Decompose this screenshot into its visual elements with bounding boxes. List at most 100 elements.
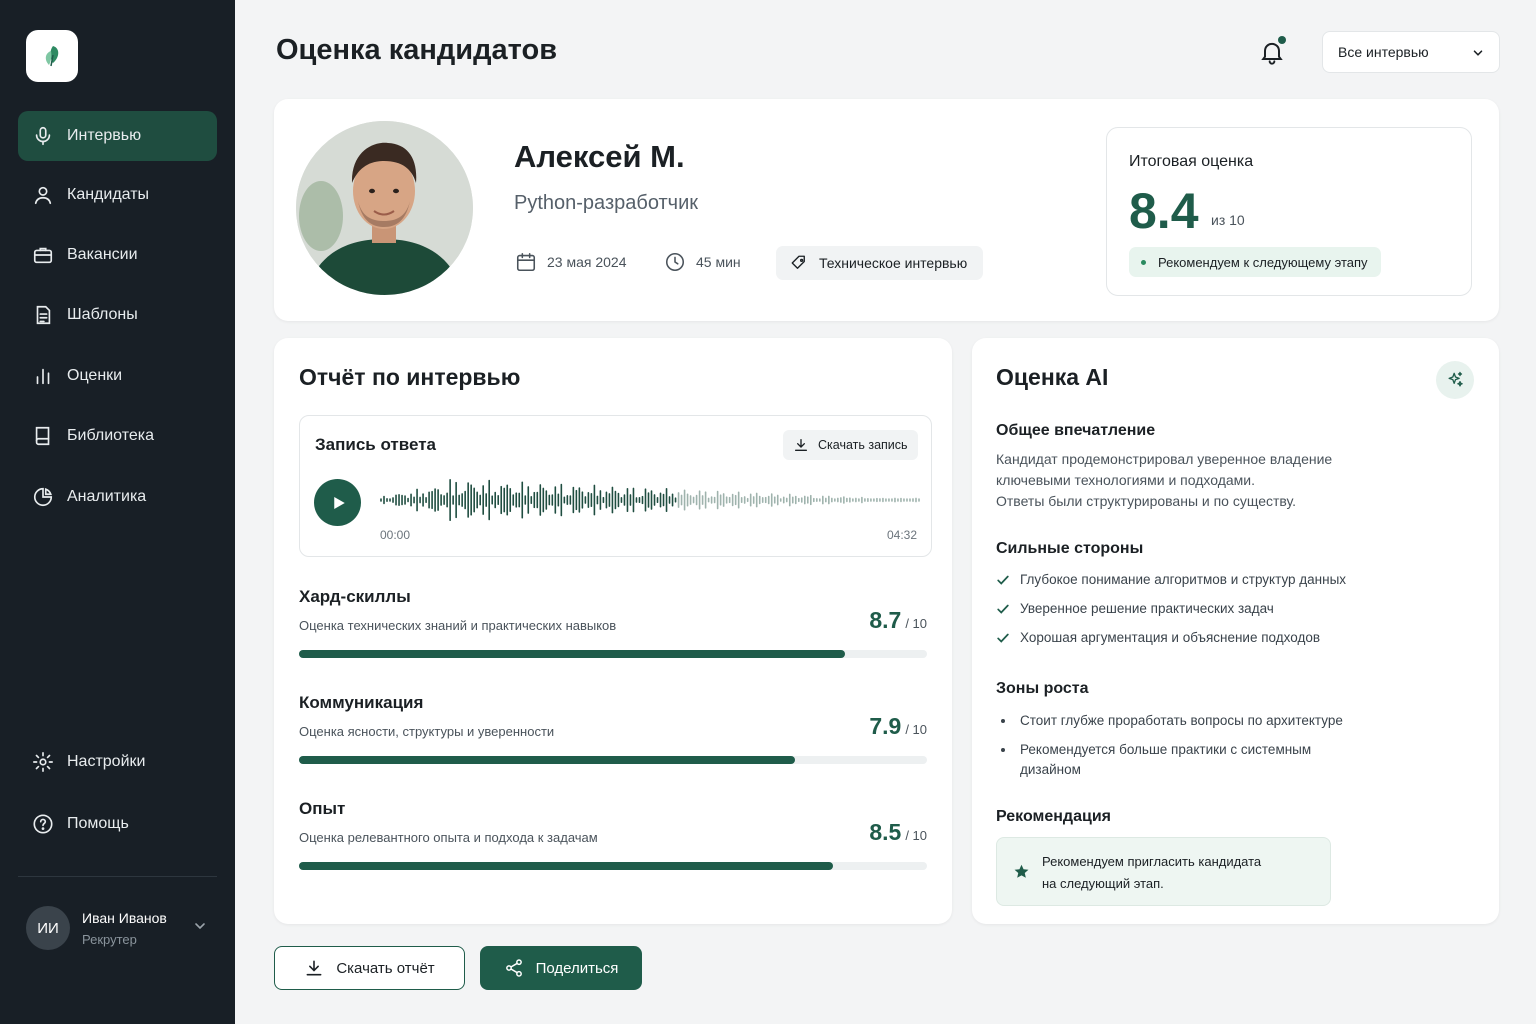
recommendation-text: Рекомендуем пригласить кандидата на след… <box>1042 854 1262 891</box>
gear-icon <box>32 751 54 773</box>
sidebar: Интервью Кандидаты Вакансии Шаблоны Оцен… <box>0 0 235 1024</box>
audio-waveform[interactable] <box>380 476 920 524</box>
ai-assessment-card: Оценка AI Общее впечатление Кандидат про… <box>972 338 1499 924</box>
skill-description: Оценка ясности, структуры и уверенности <box>299 724 555 739</box>
interview-report-card: Отчёт по интервью Запись ответа Скачать … <box>274 338 952 924</box>
skill-progress-bar <box>299 650 927 658</box>
document-icon <box>32 304 54 326</box>
download-icon <box>306 960 322 976</box>
strengths-title: Сильные стороны <box>996 540 1144 557</box>
download-recording-button[interactable]: Скачать запись <box>783 430 918 460</box>
page-title: Оценка кандидатов <box>276 34 558 66</box>
help-icon <box>32 813 54 835</box>
interview-type-tag: Техническое интервью <box>776 246 984 280</box>
sidebar-item-label: Интервью <box>67 127 142 144</box>
filter-value: Все интервью <box>1338 44 1429 60</box>
microphone-icon <box>32 125 54 147</box>
growth-item: Рекомендуется больше практики с системны… <box>996 740 1341 780</box>
candidate-photo <box>296 121 473 295</box>
skill-description: Оценка технических знаний и практических… <box>299 618 617 633</box>
briefcase-icon <box>32 244 54 266</box>
skill-progress-fill <box>299 650 846 658</box>
leaf-icon <box>45 46 59 67</box>
app-logo[interactable] <box>26 30 78 82</box>
user-role: Рекрутер <box>82 931 137 947</box>
sidebar-item-label: Библиотека <box>67 427 154 444</box>
ai-title: Оценка AI <box>996 364 1109 390</box>
sidebar-item-help[interactable]: Помощь <box>18 799 217 849</box>
final-score-value: 8.4 <box>1129 183 1199 239</box>
audio-player: Запись ответа Скачать запись 00:00 04:32 <box>299 415 932 557</box>
strength-item: Глубокое понимание алгоритмов и структур… <box>996 570 1346 590</box>
strength-item: Уверенное решение практических задач <box>996 599 1274 619</box>
play-button[interactable] <box>314 479 361 526</box>
audio-end-time: 04:32 <box>886 528 917 542</box>
sidebar-item-candidates[interactable]: Кандидаты <box>18 170 217 220</box>
download-report-button[interactable]: Скачать отчёт <box>274 946 465 990</box>
impression-text: Кандидат продемонстрировал уверенное вла… <box>996 451 1333 509</box>
skill-score: 8.7/ 10 <box>869 607 927 633</box>
book-icon <box>32 425 54 447</box>
sidebar-item-templates[interactable]: Шаблоны <box>18 290 217 340</box>
impression-title: Общее впечатление <box>996 422 1156 439</box>
download-icon <box>795 439 807 451</box>
skill-progress-bar <box>299 756 927 764</box>
sidebar-item-vacancies[interactable]: Вакансии <box>18 230 217 280</box>
sidebar-item-label: Помощь <box>67 815 129 832</box>
skill-communication: Коммуникация Оценка ясности, структуры и… <box>299 693 927 764</box>
interview-duration: 45 мин <box>664 251 741 273</box>
sidebar-item-analytics[interactable]: Аналитика <box>18 472 217 522</box>
sidebar-item-label: Оценки <box>67 367 123 384</box>
tag-icon <box>791 255 805 269</box>
report-title: Отчёт по интервью <box>299 364 521 390</box>
user-name: Иван Иванов <box>82 909 167 926</box>
skill-description: Оценка релевантного опыта и подхода к за… <box>299 830 598 845</box>
skill-experience: Опыт Оценка релевантного опыта и подхода… <box>299 799 927 870</box>
clock-icon <box>665 252 685 272</box>
skill-name: Хард-скиллы <box>299 587 411 606</box>
pie-chart-icon <box>32 486 54 508</box>
user-menu[interactable]: ИИ Иван Иванов Рекрутер <box>26 904 216 952</box>
sidebar-item-interviews[interactable]: Интервью <box>18 111 217 161</box>
calendar-icon <box>516 252 536 272</box>
candidate-name: Алексей М. <box>514 139 685 174</box>
avatar: ИИ <box>26 906 70 950</box>
bar-chart-icon <box>32 365 54 387</box>
sidebar-divider <box>18 876 217 877</box>
audio-title: Запись ответа <box>315 435 436 454</box>
final-score-label: Итоговая оценка <box>1129 153 1254 170</box>
recommendation-title: Рекомендация <box>996 808 1111 825</box>
sparkle-icon <box>1448 371 1463 387</box>
final-score-box: Итоговая оценка 8.4 из 10 Рекомендуем к … <box>1106 127 1472 296</box>
interview-filter-select[interactable]: Все интервью <box>1322 31 1500 73</box>
chevron-down-icon <box>195 923 205 930</box>
star-icon <box>1014 864 1029 878</box>
growth-title: Зоны роста <box>996 680 1089 697</box>
sidebar-item-label: Аналитика <box>67 488 147 505</box>
ai-sparkle-button[interactable] <box>1436 361 1474 399</box>
candidate-role: Python-разработчик <box>514 192 699 214</box>
sidebar-item-settings[interactable]: Настройки <box>18 737 217 787</box>
interview-date: 23 мая 2024 <box>515 251 627 273</box>
skill-progress-bar <box>299 862 927 870</box>
notification-dot <box>1278 36 1286 44</box>
user-icon <box>32 184 54 206</box>
check-icon <box>997 633 1009 643</box>
skill-score: 7.9/ 10 <box>869 713 927 739</box>
strength-item: Хорошая аргументация и объяснение подход… <box>996 628 1320 648</box>
status-dot <box>1141 259 1146 265</box>
skill-hard-skills: Хард-скиллы Оценка технических знаний и … <box>299 587 927 658</box>
sidebar-item-ratings[interactable]: Оценки <box>18 351 217 401</box>
bullet <box>1001 719 1005 723</box>
notifications-button[interactable] <box>1258 36 1286 66</box>
share-button[interactable]: Поделиться <box>480 946 642 990</box>
sidebar-item-library[interactable]: Библиотека <box>18 411 217 461</box>
final-score-max: из 10 <box>1211 212 1245 228</box>
sidebar-item-label: Настройки <box>67 753 146 770</box>
audio-start-time: 00:00 <box>380 528 411 542</box>
bullet <box>1001 748 1005 752</box>
skill-name: Опыт <box>299 799 346 818</box>
sidebar-item-label: Шаблоны <box>67 306 138 323</box>
recommendation-badge: Рекомендуем к следующему этапу <box>1129 247 1381 277</box>
candidate-profile-card: Алексей М. Python-разработчик 23 мая 202… <box>274 99 1499 321</box>
